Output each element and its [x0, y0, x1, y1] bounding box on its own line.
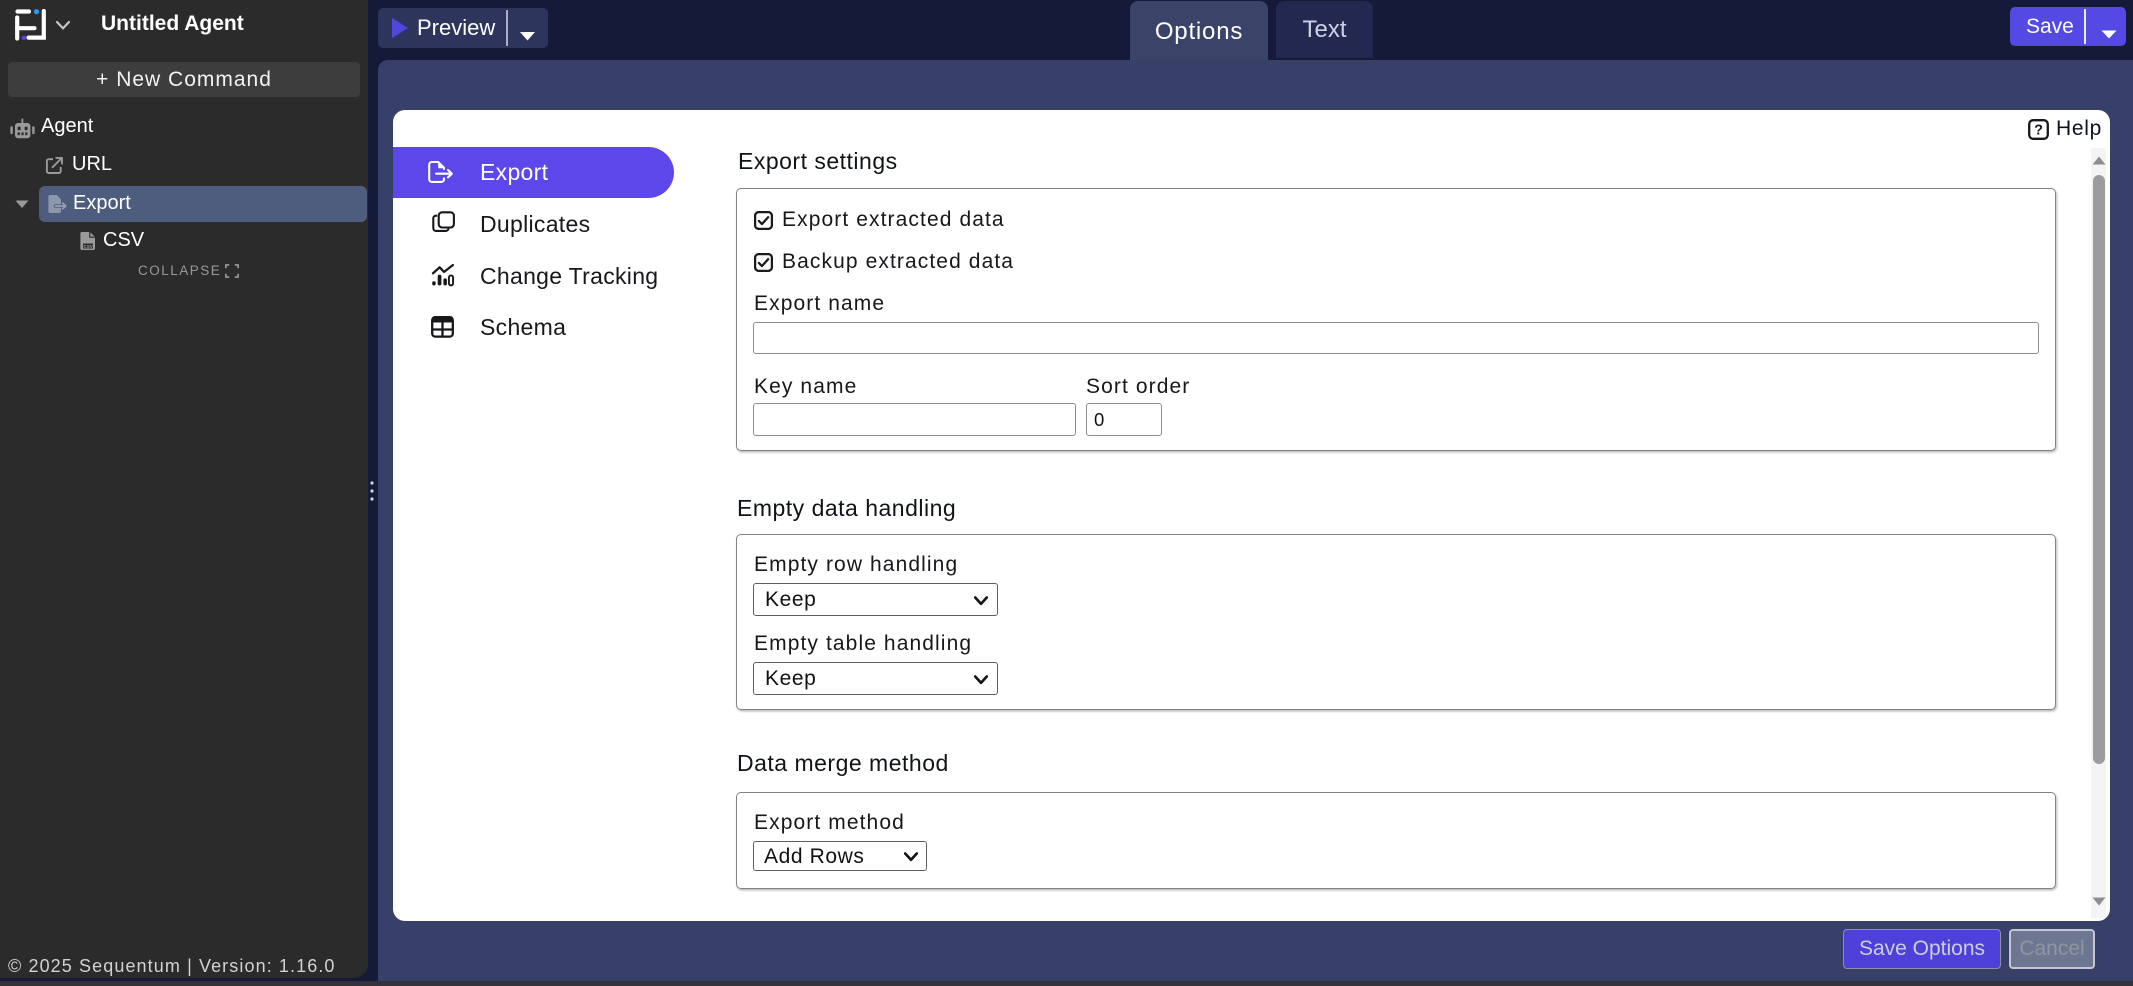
- svg-text:CSV: CSV: [83, 244, 93, 249]
- svg-text:?: ?: [2034, 122, 2043, 138]
